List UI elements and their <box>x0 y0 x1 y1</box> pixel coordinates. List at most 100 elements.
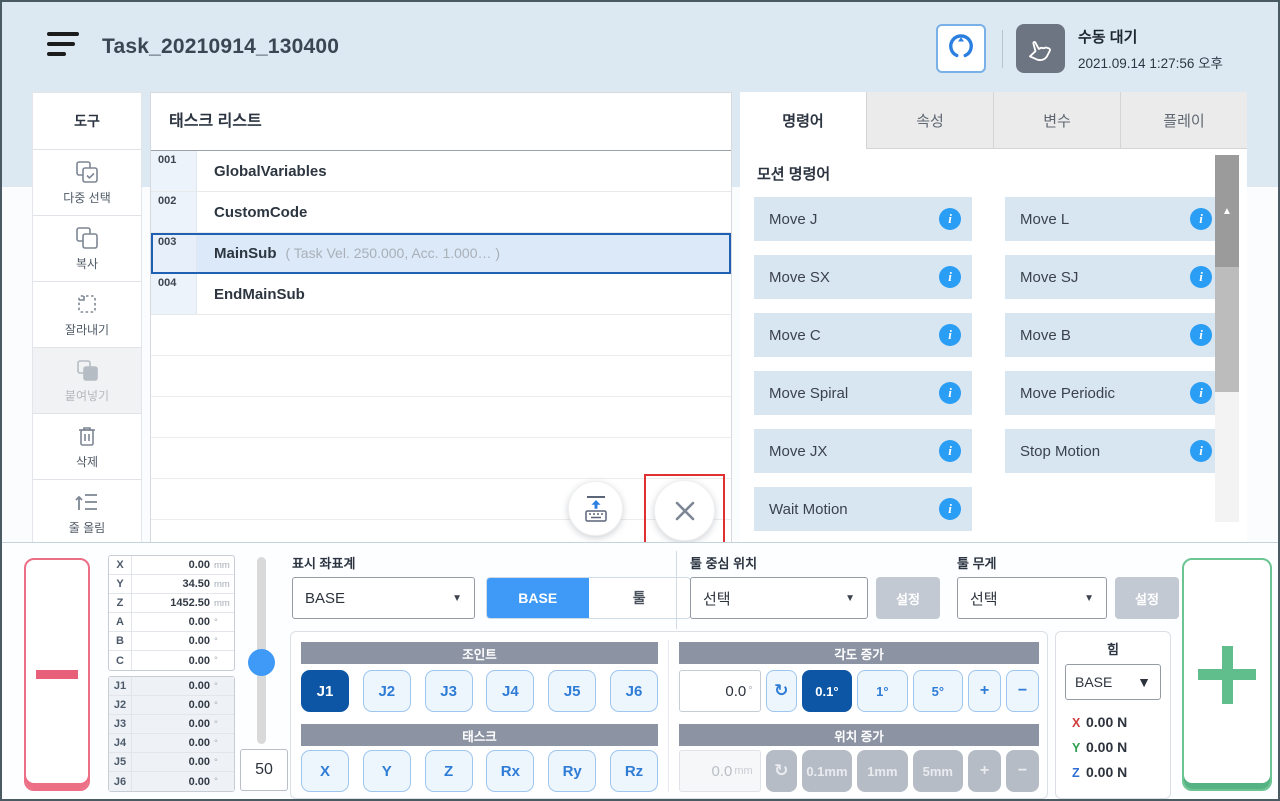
speed-slider[interactable] <box>254 557 268 744</box>
tool-center-dropdown[interactable]: 선택▼ <box>690 577 868 619</box>
info-icon[interactable]: i <box>1190 208 1212 230</box>
command-move-jx[interactable]: Move JXi <box>754 429 972 473</box>
scrollbar[interactable]: ▲ <box>1215 155 1239 522</box>
task-row-name: CustomCode <box>214 204 307 221</box>
task-axis-button-x[interactable]: X <box>301 750 349 792</box>
sidebar-item-label: 붙여넣기 <box>65 387 109 404</box>
position-preset-1mm: 1mm <box>857 750 907 792</box>
command-move-j[interactable]: Move Ji <box>754 197 972 241</box>
force-frame-dropdown[interactable]: BASE▼ <box>1065 664 1161 700</box>
info-icon[interactable]: i <box>939 498 961 520</box>
info-icon[interactable]: i <box>939 266 961 288</box>
robot-gripper-button[interactable] <box>936 24 986 73</box>
force-z-readout: Z0.00 N <box>1072 760 1170 785</box>
manual-mode-icon <box>1016 24 1065 73</box>
scrollbar-thumb[interactable] <box>1215 267 1239 392</box>
scroll-up-icon[interactable]: ▲ <box>1215 155 1239 267</box>
command-wait-motion[interactable]: Wait Motioni <box>754 487 972 531</box>
frame-toggle-base[interactable]: BASE <box>487 578 589 618</box>
angle-increment-input[interactable]: 0.0° <box>679 670 761 712</box>
task-row[interactable]: 004 EndMainSub <box>151 274 731 315</box>
info-icon[interactable]: i <box>1190 324 1212 346</box>
info-icon[interactable]: i <box>939 382 961 404</box>
tab-commands[interactable]: 명령어 <box>740 92 866 149</box>
task-row[interactable]: 001 GlobalVariables <box>151 151 731 192</box>
frame-toggle: BASE 툴 <box>486 577 691 619</box>
info-icon[interactable]: i <box>939 208 961 230</box>
info-icon[interactable]: i <box>1190 266 1212 288</box>
tab-play[interactable]: 플레이 <box>1120 92 1247 149</box>
task-row-empty <box>151 356 731 397</box>
chevron-down-icon: ▼ <box>452 593 462 604</box>
command-move-sj[interactable]: Move SJi <box>1005 255 1223 299</box>
show-keyboard-button[interactable] <box>568 481 623 536</box>
task-row[interactable]: 002 CustomCode <box>151 192 731 233</box>
display-frame-dropdown[interactable]: BASE▼ <box>292 577 475 619</box>
task-row-number: 004 <box>151 274 197 314</box>
task-axis-button-rx[interactable]: Rx <box>486 750 534 792</box>
joint-button-j5[interactable]: J5 <box>548 670 596 712</box>
command-move-sx[interactable]: Move SXi <box>754 255 972 299</box>
menu-icon[interactable] <box>47 32 81 64</box>
command-move-l[interactable]: Move Li <box>1005 197 1223 241</box>
tool-weight-dropdown[interactable]: 선택▼ <box>957 577 1107 619</box>
slider-thumb[interactable] <box>248 649 275 676</box>
scrollbar-track <box>1215 392 1239 522</box>
task-axis-button-rz[interactable]: Rz <box>610 750 658 792</box>
trash-icon <box>74 423 100 449</box>
status-mode: 수동 대기 <box>1078 26 1223 47</box>
joint-section-header: 조인트 <box>301 642 658 664</box>
angle-reset-button[interactable]: ↻ <box>766 670 797 712</box>
sidebar-item-paste[interactable]: 붙여넣기 <box>33 348 141 414</box>
command-move-b[interactable]: Move Bi <box>1005 313 1223 357</box>
speed-value-input[interactable]: 50 <box>240 749 288 791</box>
sidebar-title: 도구 <box>33 93 141 150</box>
frame-toggle-tool[interactable]: 툴 <box>589 578 691 618</box>
joint-button-j4[interactable]: J4 <box>486 670 534 712</box>
sidebar-item-copy[interactable]: 복사 <box>33 216 141 282</box>
task-axis-button-ry[interactable]: Ry <box>548 750 596 792</box>
sidebar-item-line-up[interactable]: 줄 올림 <box>33 480 141 544</box>
position-minus-button: − <box>1006 750 1039 792</box>
sidebar-item-multi-select[interactable]: 다중 선택 <box>33 150 141 216</box>
sidebar-item-delete[interactable]: 삭제 <box>33 414 141 480</box>
joint-button-j3[interactable]: J3 <box>425 670 473 712</box>
jog-control-group: 조인트 J1 J2 J3 J4 J5 J6 태스크 X Y Z Rx Ry Rz <box>290 631 1048 799</box>
tool-weight-setting-button[interactable]: 설정 <box>1115 577 1179 619</box>
task-list-title: 태스크 리스트 <box>151 93 731 151</box>
angle-preset-0.1[interactable]: 0.1° <box>802 670 852 712</box>
info-icon[interactable]: i <box>939 324 961 346</box>
tool-center-setting-button[interactable]: 설정 <box>876 577 940 619</box>
joint-button-j2[interactable]: J2 <box>363 670 411 712</box>
task-row-empty <box>151 438 731 479</box>
tools-sidebar: 도구 다중 선택 복사 잘라내기 붙여넣기 삭제 줄 올림 <box>32 92 142 544</box>
command-move-periodic[interactable]: Move Periodici <box>1005 371 1223 415</box>
tab-properties[interactable]: 속성 <box>866 92 993 149</box>
task-section-header: 태스크 <box>301 724 658 746</box>
position-reset-button: ↻ <box>766 750 797 792</box>
angle-preset-5[interactable]: 5° <box>913 670 963 712</box>
task-row-name: GlobalVariables <box>214 163 327 180</box>
tab-variables[interactable]: 변수 <box>993 92 1120 149</box>
multi-select-icon <box>74 159 100 185</box>
angle-minus-button[interactable]: − <box>1006 670 1039 712</box>
task-row-selected[interactable]: 003 MainSub ( Task Vel. 250.000, Acc. 1.… <box>151 233 731 274</box>
angle-plus-button[interactable]: + <box>968 670 1001 712</box>
command-move-c[interactable]: Move Ci <box>754 313 972 357</box>
jog-plus-button[interactable] <box>1182 558 1272 791</box>
sidebar-item-label: 다중 선택 <box>63 189 111 206</box>
info-icon[interactable]: i <box>1190 382 1212 404</box>
info-icon[interactable]: i <box>939 440 961 462</box>
task-axis-button-z[interactable]: Z <box>425 750 473 792</box>
command-stop-motion[interactable]: Stop Motioni <box>1005 429 1223 473</box>
sidebar-item-cut[interactable]: 잘라내기 <box>33 282 141 348</box>
joint-button-j1[interactable]: J1 <box>301 670 349 712</box>
joint-button-j6[interactable]: J6 <box>610 670 658 712</box>
angle-preset-1[interactable]: 1° <box>857 670 907 712</box>
command-move-spiral[interactable]: Move Spirali <box>754 371 972 415</box>
jog-minus-button[interactable] <box>24 558 90 791</box>
info-icon[interactable]: i <box>1190 440 1212 462</box>
task-axis-button-y[interactable]: Y <box>363 750 411 792</box>
gripper-icon <box>946 31 976 66</box>
position-plus-button: + <box>968 750 1001 792</box>
